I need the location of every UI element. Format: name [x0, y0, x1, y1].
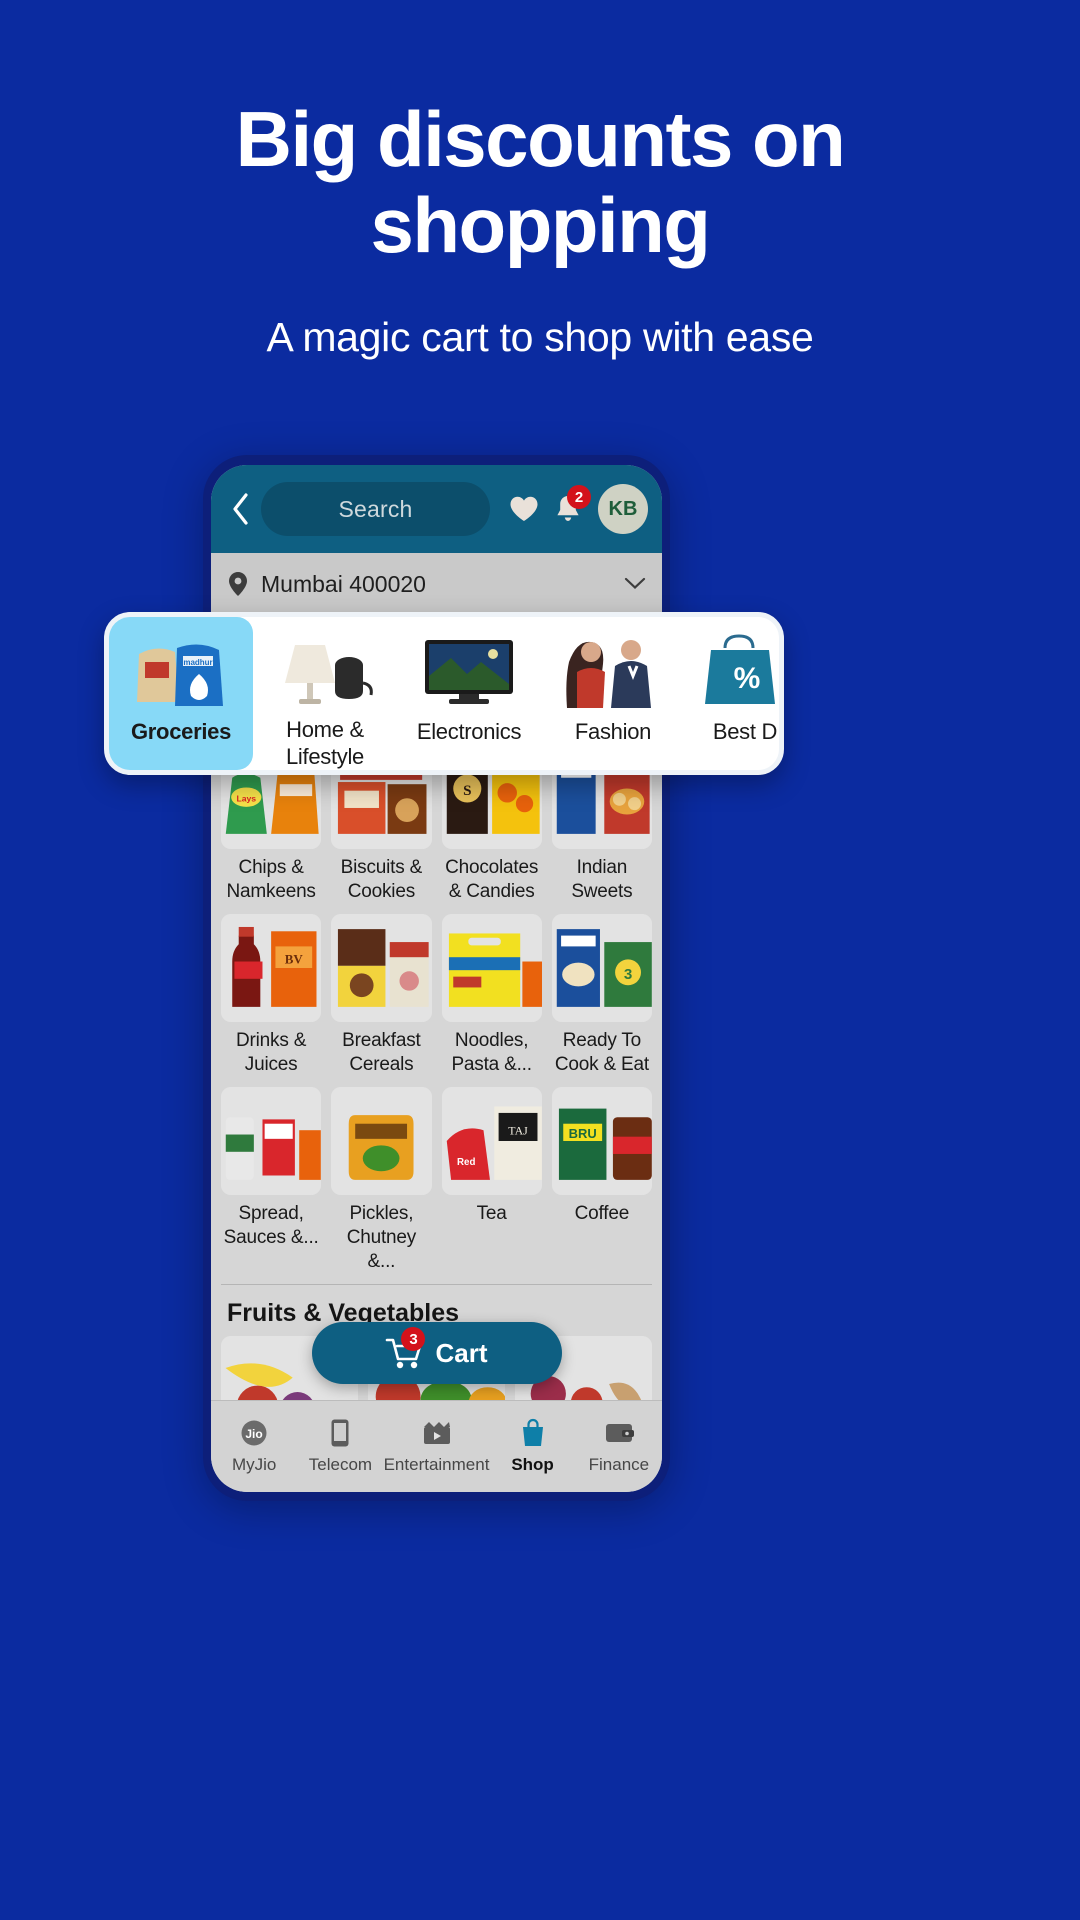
- grid-item-tea[interactable]: Red TAJ Tea: [441, 1087, 542, 1274]
- grid-item-label: Tea: [476, 1203, 507, 1224]
- svg-text:Red: Red: [457, 1157, 475, 1168]
- category-label: Home & Lifestyle: [285, 717, 364, 769]
- notification-badge: 2: [567, 485, 591, 509]
- chevron-down-icon[interactable]: [624, 573, 646, 596]
- grid-item-label: Ready To Cook & Eat: [554, 1030, 649, 1075]
- grid-item-label: Breakfast Cereals: [342, 1030, 421, 1075]
- grid-item-coffee[interactable]: BRU Coffee: [551, 1087, 652, 1274]
- grid-item-label: Chips & Namkeens: [226, 857, 316, 902]
- search-input[interactable]: Search: [261, 482, 490, 536]
- grocery-category-grid: Lays Chips & Namkeens Biscuits & Cookies…: [211, 733, 662, 1274]
- promo-block: Big discounts on shopping A magic cart t…: [0, 96, 1080, 362]
- nav-item-telecom[interactable]: Telecom: [297, 1418, 383, 1475]
- category-item-home-lifestyle[interactable]: Home & Lifestyle: [253, 617, 397, 770]
- grid-item-label: Spread, Sauces &...: [223, 1203, 319, 1248]
- best-deals-icon: %: [693, 631, 779, 709]
- grid-item-label: Drinks & Juices: [236, 1030, 307, 1075]
- grid-item-label: Chocolates & Candies: [445, 857, 539, 902]
- tea-icon: Red TAJ: [441, 1087, 542, 1195]
- grid-row: BV Drinks & Juices Breakfast Cereals Noo…: [221, 914, 652, 1077]
- cart-button[interactable]: 3 Cart: [311, 1322, 562, 1384]
- svg-text:3: 3: [624, 966, 632, 983]
- cart-label: Cart: [435, 1337, 488, 1368]
- location-pin-icon: [227, 571, 249, 597]
- svg-text:TAJ: TAJ: [508, 1124, 528, 1138]
- ready-to-cook-icon: 3: [551, 914, 652, 1022]
- home-lifestyle-icon: [273, 631, 377, 707]
- search-placeholder: Search: [338, 495, 413, 522]
- electronics-icon: [417, 631, 521, 709]
- category-item-groceries[interactable]: madhur Groceries: [109, 617, 253, 770]
- heart-icon[interactable]: [502, 487, 546, 531]
- category-item-best-deals[interactable]: % Best D: [685, 617, 779, 770]
- category-label: Fashion: [574, 719, 652, 744]
- page-subtitle: A magic cart to shop with ease: [266, 314, 814, 360]
- nav-label: MyJio: [231, 1455, 277, 1474]
- nav-label: Finance: [588, 1455, 650, 1474]
- grid-item-drinks[interactable]: BV Drinks & Juices: [221, 914, 322, 1077]
- cart-badge: 3: [401, 1327, 426, 1351]
- spread-sauces-icon: [221, 1087, 322, 1195]
- shopping-cart-icon: 3: [385, 1327, 426, 1370]
- nav-item-finance[interactable]: Finance: [576, 1418, 662, 1475]
- grid-row: Spread, Sauces &... Pickles, Chutney &..…: [221, 1087, 652, 1274]
- svg-text:Jio: Jio: [245, 1427, 262, 1441]
- app-header: Search 2 KB: [211, 465, 662, 553]
- grid-item-noodles[interactable]: Noodles, Pasta &...: [441, 914, 542, 1077]
- page-title: Big discounts on shopping: [235, 95, 846, 269]
- svg-text:madhur: madhur: [183, 658, 212, 667]
- svg-text:Lays: Lays: [236, 793, 256, 803]
- grid-item-cereals[interactable]: Breakfast Cereals: [331, 914, 432, 1077]
- clapperboard-icon: [422, 1418, 452, 1448]
- nav-item-entertainment[interactable]: Entertainment: [383, 1418, 490, 1475]
- fashion-icon: [561, 631, 665, 709]
- grid-item-ready-to-cook[interactable]: 3 Ready To Cook & Eat: [551, 914, 652, 1077]
- svg-text:%: %: [734, 662, 761, 695]
- category-item-fashion[interactable]: Fashion: [541, 617, 685, 770]
- drinks-juices-icon: BV: [221, 914, 322, 1022]
- bell-icon[interactable]: 2: [546, 485, 591, 531]
- nav-label: Telecom: [308, 1455, 373, 1474]
- avatar-initials: KB: [608, 497, 638, 520]
- avatar[interactable]: KB: [598, 484, 648, 534]
- grid-item-label: Biscuits & Cookies: [340, 857, 423, 902]
- category-item-electronics[interactable]: Electronics: [397, 617, 541, 770]
- category-carousel[interactable]: madhur Groceries Home & Lifestyle Electr…: [104, 612, 784, 775]
- category-label: Electronics: [416, 719, 522, 744]
- svg-text:BRU: BRU: [568, 1126, 596, 1141]
- pickles-chutney-icon: [331, 1087, 432, 1195]
- jio-logo-icon: Jio: [240, 1418, 268, 1448]
- grid-item-label: Noodles, Pasta &...: [451, 1030, 532, 1075]
- grid-item-spreads[interactable]: Spread, Sauces &...: [221, 1087, 322, 1274]
- groceries-icon: madhur: [129, 631, 233, 709]
- nav-item-shop[interactable]: Shop: [489, 1418, 575, 1475]
- location-text: Mumbai 400020: [261, 570, 426, 597]
- chevron-left-icon[interactable]: [225, 489, 255, 529]
- grid-item-pickles[interactable]: Pickles, Chutney &...: [331, 1087, 432, 1274]
- grid-item-label: Indian Sweets: [571, 857, 633, 902]
- location-selector[interactable]: Mumbai 400020: [211, 553, 662, 615]
- grid-item-label: Coffee: [574, 1203, 630, 1224]
- shopping-bag-icon: [520, 1418, 546, 1448]
- wallet-icon: [604, 1418, 634, 1448]
- nav-label: Entertainment: [383, 1455, 490, 1474]
- bottom-navigation: Jio MyJio Telecom Entertainment Shop Fin…: [211, 1400, 662, 1492]
- svg-text:BV: BV: [285, 952, 304, 967]
- nav-label: Shop: [511, 1455, 554, 1474]
- nav-item-myjio[interactable]: Jio MyJio: [211, 1418, 297, 1475]
- category-label: Groceries: [130, 719, 232, 744]
- mobile-phone-icon: [330, 1418, 350, 1448]
- svg-text:S: S: [463, 783, 471, 799]
- noodles-pasta-icon: [441, 914, 542, 1022]
- breakfast-cereals-icon: [331, 914, 432, 1022]
- grid-item-label: Pickles, Chutney &...: [346, 1203, 417, 1272]
- category-label: Best D: [712, 719, 778, 744]
- coffee-icon: BRU: [551, 1087, 652, 1195]
